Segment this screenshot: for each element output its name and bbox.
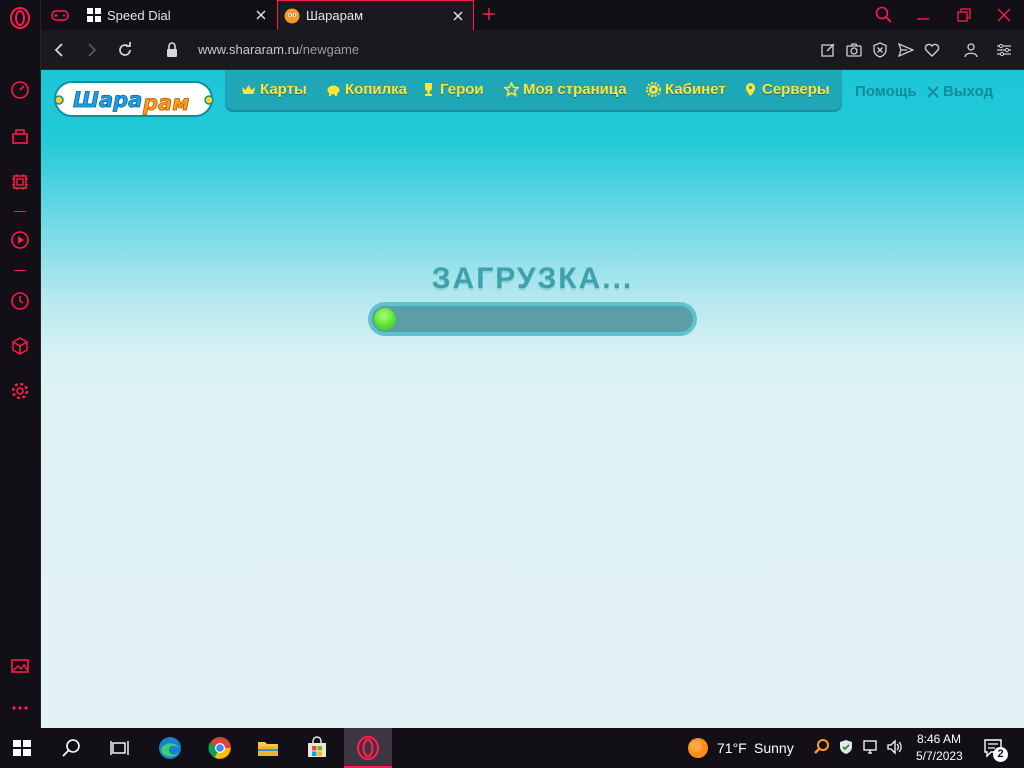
defender-shield-icon[interactable] [838, 739, 854, 755]
url-path: /newgame [299, 42, 360, 57]
back-icon[interactable] [50, 41, 68, 59]
edit-page-icon[interactable] [820, 41, 836, 59]
wallpaper-icon[interactable] [9, 655, 31, 677]
menu-label: Кабинет [665, 81, 726, 98]
opera-sidebar [0, 0, 41, 728]
menu-label: Серверы [762, 81, 830, 98]
extensions-cube-icon[interactable] [9, 335, 31, 357]
site-menu-bar: Карты Копилка Герои Моя страница Кабинет… [225, 70, 842, 110]
task-view-icon[interactable] [108, 736, 132, 760]
shararam-logo[interactable]: Шара рам [51, 76, 216, 120]
progress-track-inner [372, 306, 693, 332]
url-domain: www.shararam.ru [198, 42, 300, 57]
speed-dial-icon [87, 8, 101, 22]
notification-count-badge: 2 [993, 747, 1008, 762]
opera-gx-icon [356, 736, 380, 760]
menu-item-my-page[interactable]: Моя страница [504, 81, 627, 98]
menu-label: Копилка [345, 81, 407, 98]
network-icon[interactable] [862, 739, 880, 755]
crown-icon [242, 85, 255, 94]
more-icon[interactable] [9, 697, 31, 719]
tab-shararam[interactable]: Шарарам [277, 0, 474, 30]
map-pin-icon [746, 83, 755, 96]
gamepad-icon[interactable] [51, 7, 69, 23]
close-window-icon[interactable] [997, 8, 1011, 22]
gx-store-icon[interactable] [9, 125, 31, 147]
piggy-bank-icon [327, 85, 340, 96]
search-icon[interactable] [60, 736, 84, 760]
speedometer-icon[interactable] [9, 79, 31, 101]
windows-start-icon[interactable] [12, 736, 32, 760]
reload-icon[interactable] [116, 41, 134, 59]
tab-label: Speed Dial [107, 7, 171, 23]
menu-item-maps[interactable]: Карты [241, 81, 307, 98]
adblock-shield-icon[interactable] [872, 41, 888, 59]
svg-text:Шара: Шара [73, 88, 142, 112]
url-field[interactable]: www.shararam.ru/newgame [198, 42, 359, 57]
heart-bookmark-icon[interactable] [924, 41, 940, 59]
edge-browser-icon[interactable] [158, 736, 182, 760]
microsoft-store-icon[interactable] [305, 736, 329, 760]
easy-setup-icon[interactable] [996, 41, 1012, 59]
windows-taskbar: 71°F Sunny 8:46 AM 5/7/2023 2 [0, 728, 1024, 768]
gx-control-icon[interactable] [9, 171, 31, 193]
close-tab-icon[interactable] [451, 9, 465, 23]
tab-strip: Speed Dial Шарарам [41, 0, 1024, 30]
close-icon [927, 85, 939, 98]
menu-item-piggy-bank[interactable]: Копилка [326, 81, 407, 98]
minimize-icon[interactable] [916, 8, 930, 22]
menu-item-cabinet[interactable]: Кабинет [646, 81, 726, 98]
settings-gear-icon[interactable] [9, 380, 31, 402]
search-tray-icon[interactable] [813, 738, 831, 756]
player-icon[interactable] [9, 229, 31, 251]
snapshot-camera-icon[interactable] [846, 41, 862, 59]
trophy-icon [425, 83, 432, 96]
menu-item-heroes[interactable]: Герои [421, 81, 484, 98]
chrome-icon[interactable] [208, 736, 232, 760]
logout-link[interactable]: Выход [927, 83, 993, 100]
tab-label: Шарарам [306, 8, 364, 23]
volume-icon[interactable] [886, 739, 904, 755]
history-icon[interactable] [9, 290, 31, 312]
lock-icon[interactable] [165, 41, 179, 59]
gear-icon [646, 82, 661, 97]
opera-menu-icon[interactable] [9, 7, 31, 29]
restore-icon[interactable] [957, 8, 971, 22]
search-tabs-icon[interactable] [875, 6, 893, 24]
svg-text:рам: рам [142, 91, 189, 115]
close-tab-icon[interactable] [254, 8, 268, 22]
profile-icon[interactable] [963, 41, 979, 59]
shararam-favicon [284, 8, 300, 23]
new-tab-plus-icon[interactable] [482, 7, 496, 21]
page-viewport: Шара рам Карты Копилка Герои Моя страниц… [41, 70, 1024, 728]
weather-condition[interactable]: Sunny [754, 740, 794, 756]
weather-sun-icon[interactable] [686, 736, 710, 760]
sidebar-separator [14, 270, 26, 271]
progress-fill [374, 308, 396, 330]
sidebar-separator [14, 211, 26, 212]
clock-time[interactable]: 8:46 AM [917, 732, 961, 746]
weather-temp[interactable]: 71°F [717, 740, 747, 756]
taskbar-opera-gx[interactable] [344, 728, 392, 768]
tab-speed-dial[interactable]: Speed Dial [79, 0, 276, 30]
menu-label: Карты [260, 81, 307, 98]
forward-icon[interactable] [83, 41, 101, 59]
clock-date[interactable]: 5/7/2023 [916, 749, 963, 763]
menu-label: Герои [440, 81, 484, 98]
send-icon[interactable] [898, 41, 914, 59]
loading-progress-bar [368, 302, 697, 336]
menu-item-servers[interactable]: Серверы [743, 81, 830, 98]
loading-text: ЗАГРУЗКА... [431, 262, 634, 295]
help-link[interactable]: Помощь [855, 83, 917, 100]
file-explorer-icon[interactable] [256, 736, 280, 760]
address-bar: www.shararam.ru/newgame [41, 30, 1024, 70]
logout-label: Выход [943, 83, 994, 100]
star-icon [504, 82, 519, 97]
menu-label: Моя страница [523, 81, 627, 98]
